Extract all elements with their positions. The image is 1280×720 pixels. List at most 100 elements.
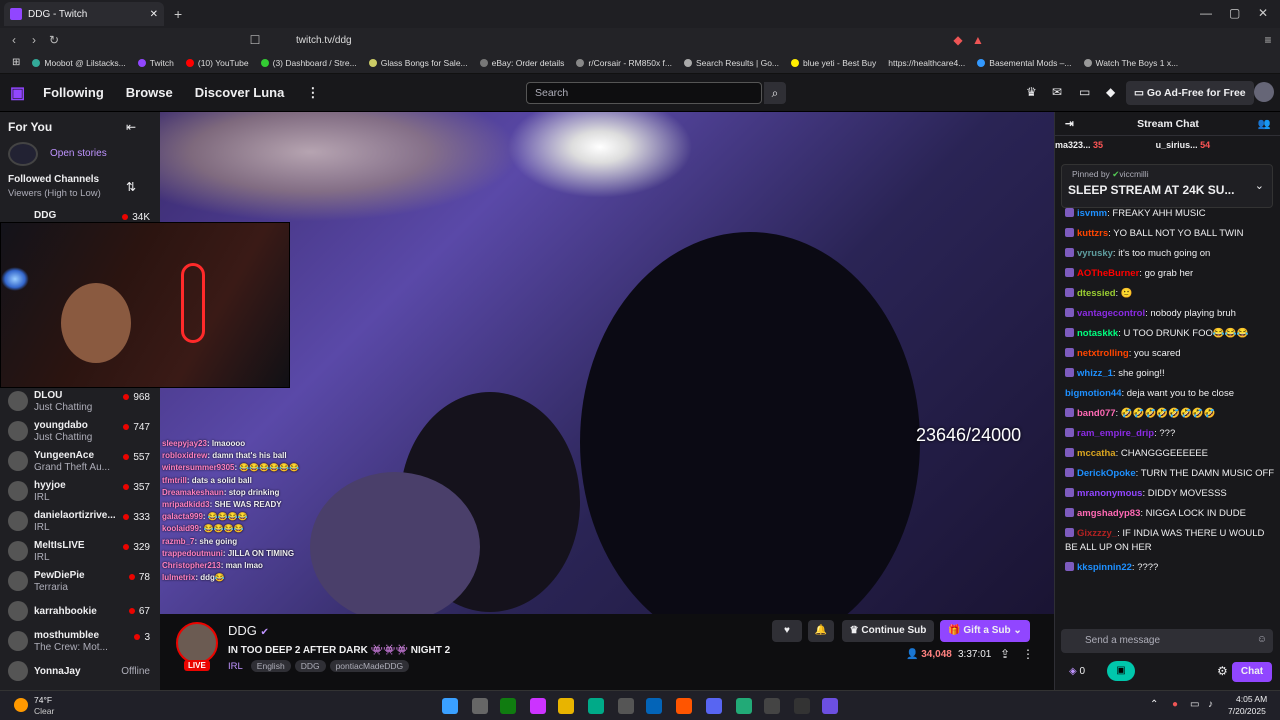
sidebar-channel[interactable]: karrahbookie 67 [6,598,152,628]
discord-icon[interactable] [706,698,722,714]
reload-icon[interactable]: ↻ [44,33,64,47]
chat-send-button[interactable]: Chat [1232,662,1272,682]
emote-picker-icon[interactable]: ☺ [1257,634,1267,645]
bookmark-item[interactable]: Watch The Boys 1 x... [1083,58,1178,68]
user-avatar[interactable] [1254,82,1274,102]
tag[interactable]: English [250,660,291,672]
bookmark-item[interactable]: Twitch [137,58,174,68]
chevron-down-icon[interactable]: ⌄ [1255,179,1264,192]
chat-message: mccatha: CHANGGGEEEEEE [1065,444,1277,464]
open-stories-link[interactable]: Open stories [50,148,107,159]
file-explorer-icon[interactable] [558,698,574,714]
copilot-icon[interactable] [530,698,546,714]
category-link[interactable]: IRL [228,661,243,672]
notification-bell-icon[interactable]: 🔔 [808,620,834,642]
continue-sub-button[interactable]: ♛ Continue Sub [842,620,934,642]
close-window-icon[interactable]: ✕ [1258,6,1268,20]
nav-browse[interactable]: Browse [126,85,173,100]
sidebar-channel[interactable]: youngdabo Just Chatting 747 [6,418,152,448]
bits-icon[interactable]: ◆ [1106,85,1115,99]
bookmark-item[interactable]: eBay: Order details [479,58,564,68]
bookmark-item[interactable]: Search Results | Go... [684,58,779,68]
microphone-icon[interactable]: ● [1172,699,1178,710]
bookmark-item[interactable]: Moobot @ Lilstacks... [32,58,126,68]
sidebar-channel[interactable]: DLOU Just Chatting 968 [6,388,152,418]
tag[interactable]: pontiacMadeDDG [329,660,410,672]
bookmark-item[interactable]: blue yeti - Best Buy [791,58,876,68]
browser-tab[interactable]: DDG - Twitch ✕ [4,2,164,26]
sidebar-channel[interactable]: PewDiePie Terraria 78 [6,568,152,598]
bookmarks-bar: ⊞ Moobot @ Lilstacks... Twitch (10) YouT… [0,52,1280,74]
chat-input[interactable]: Send a message ☺ [1061,629,1273,653]
apps-icon[interactable]: ⊞ [12,57,20,68]
clock-time[interactable]: 4:05 AM [1236,694,1267,704]
sidebar-channel[interactable]: YonnaJay Offline [6,658,152,688]
sidebar-channel[interactable]: hyyjoe IRL 357 [6,478,152,508]
back-icon[interactable]: ‹ [4,33,24,47]
whispers-icon[interactable]: ▭ [1079,85,1090,99]
windows-start-icon[interactable] [442,698,458,714]
clock-date[interactable]: 7/20/2025 [1228,706,1266,716]
chat-settings-icon[interactable]: ⚙ [1217,664,1228,678]
url-field[interactable]: twitch.tv/ddg [272,30,992,50]
sidebar-channel[interactable]: YungeenAce Grand Theft Au... 557 [6,448,152,478]
go-ad-free-button[interactable]: ▭ Go Ad-Free for Free [1126,81,1254,105]
sort-icon[interactable]: ⇅ [126,180,136,194]
brave-rewards-icon[interactable]: ▲ [968,33,988,47]
nav-following[interactable]: Following [43,85,104,100]
channel-avatar[interactable] [176,622,218,664]
bookmark-icon[interactable]: ☐ [245,33,265,47]
store-icon[interactable] [618,698,634,714]
community-icon[interactable]: 👥 [1258,112,1271,136]
search-input[interactable]: Search [526,82,762,104]
maximize-icon[interactable]: ▢ [1229,6,1240,20]
app-icon[interactable] [736,698,752,714]
tag[interactable]: DDG [294,660,326,672]
nav-discover-luna[interactable]: Discover Luna [195,85,285,100]
app-icon[interactable] [764,698,780,714]
twitch-logo-icon[interactable]: ▣ [10,83,25,103]
outlook-icon[interactable] [646,698,662,714]
more-options-icon[interactable]: ⋮ [1022,647,1034,661]
brave-shield-icon[interactable]: ◆ [948,33,968,47]
search-icon[interactable]: ⌕ [764,82,786,104]
gift-sub-button[interactable]: 🎁 Gift a Sub ⌄ [940,620,1030,642]
bookmark-item[interactable]: r/Corsair - RM850x f... [576,58,672,68]
minimize-icon[interactable]: — [1200,6,1212,20]
forward-icon[interactable]: › [24,33,44,47]
more-menu-icon[interactable]: ⋮ [306,85,319,101]
video-player[interactable]: 23646/24000 sleepyjay23: lmaoooo robloxi… [160,112,1054,614]
task-view-icon[interactable] [472,698,488,714]
xbox-icon[interactable] [500,698,516,714]
stories-icon[interactable] [8,142,38,166]
network-icon[interactable]: ▭ [1190,699,1199,710]
sidebar-channel[interactable]: MeltIsLIVE IRL 329 [6,538,152,568]
edge-icon[interactable] [588,698,604,714]
brave-icon[interactable] [676,698,692,714]
bookmark-item[interactable]: Glass Bongs for Sale... [368,58,468,68]
channel-name[interactable]: DDG ✔ [228,623,269,638]
inbox-icon[interactable]: ✉ [1052,85,1062,99]
share-icon[interactable]: ⇪ [1000,647,1010,661]
new-tab-icon[interactable]: + [174,6,182,22]
channel-points[interactable]: ◈ 0 [1069,666,1085,677]
sidebar-channel[interactable]: danielaortizrive... IRL 333 [6,508,152,538]
chevron-up-icon[interactable]: ⌃ [1150,699,1158,710]
pinned-message[interactable]: Pinned by ✔viccmilli SLEEP STREAM AT 24K… [1061,164,1273,208]
bookmark-item[interactable]: (10) YouTube [185,58,249,68]
menu-icon[interactable]: ≡ [1258,33,1278,47]
collapse-chat-icon[interactable]: ⇥ [1065,112,1074,136]
close-tab-icon[interactable]: ✕ [150,9,158,20]
sidebar-channel[interactable]: mosthumblee The Crew: Mot... 3 [6,628,152,658]
follow-heart-icon[interactable]: ♥ [772,620,802,642]
weather-temp[interactable]: 74°F [34,695,52,705]
bookmark-item[interactable]: https://healthcare4... [888,58,965,68]
app-icon[interactable] [794,698,810,714]
bookmark-item[interactable]: (3) Dashboard / Stre... [260,58,357,68]
bookmark-item[interactable]: Basemental Mods –... [977,58,1072,68]
claim-points-icon[interactable]: ▣ [1107,661,1135,681]
prime-crown-icon[interactable]: ♛ [1026,85,1037,99]
app-icon[interactable] [822,698,838,714]
volume-icon[interactable]: ♪ [1208,699,1213,710]
collapse-sidebar-icon[interactable]: ⇤ [126,120,136,134]
